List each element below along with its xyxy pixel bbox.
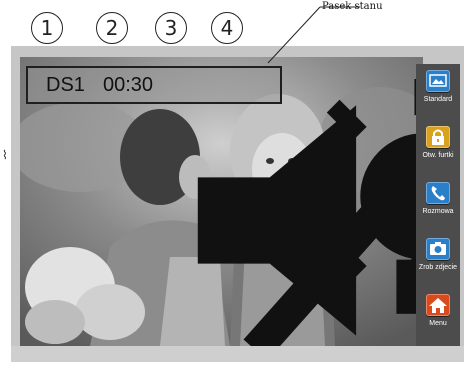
- callout-3: 3: [155, 12, 187, 44]
- camera-icon: [426, 238, 450, 260]
- speaker-muted-icon: [169, 76, 423, 346]
- callout-2: 2: [96, 12, 128, 44]
- standard-label: Standard: [423, 96, 453, 103]
- camera-video-feed: DS1 00:30: [20, 57, 423, 346]
- menu-label: Menu: [429, 320, 447, 327]
- talk-label: Rozmowa: [422, 208, 454, 215]
- open-gate-label: Otw. furtki: [422, 152, 454, 159]
- intercom-monitor-screen: DS1 00:30 Standard Otw. furtki Rozmowa Z…: [11, 46, 464, 362]
- menu-button[interactable]: Menu: [416, 290, 460, 346]
- call-timer: 00:30: [103, 74, 154, 96]
- side-mark: ⌇: [2, 148, 8, 162]
- standard-button[interactable]: Standard: [416, 66, 460, 122]
- side-menu: Standard Otw. furtki Rozmowa Zrob zdjeci…: [416, 64, 460, 346]
- callout-4: 4: [211, 12, 243, 44]
- monitor-icon: [426, 70, 450, 92]
- door-station-label: DS1: [46, 74, 85, 96]
- status-bar-annotation: Pasek stanu: [322, 1, 383, 12]
- take-photo-button[interactable]: Zrob zdjecie: [416, 234, 460, 290]
- light-bulb-icon: [222, 70, 423, 314]
- phone-icon: [426, 182, 450, 204]
- take-photo-label: Zrob zdjecie: [418, 264, 458, 271]
- open-gate-button[interactable]: Otw. furtki: [416, 122, 460, 178]
- bottom-strip: [11, 346, 464, 362]
- status-bar: DS1 00:30: [26, 66, 423, 346]
- lock-icon: [426, 126, 450, 148]
- home-icon: [426, 294, 450, 316]
- talk-button[interactable]: Rozmowa: [416, 178, 460, 234]
- callout-1: 1: [31, 12, 63, 44]
